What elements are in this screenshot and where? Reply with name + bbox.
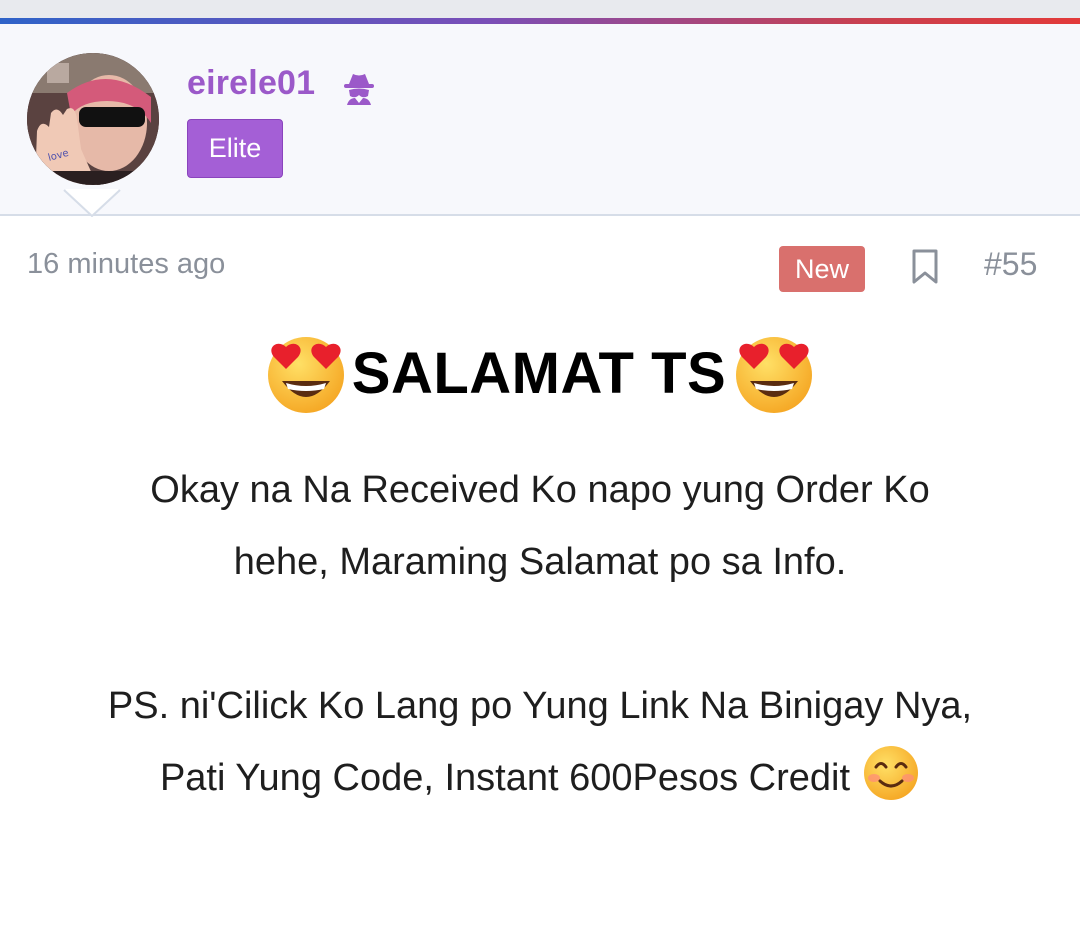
post-timestamp[interactable]: 16 minutes ago [27,248,225,281]
username[interactable]: eirele01 [187,64,315,103]
top-bar [0,0,1080,18]
bookmark-icon[interactable] [910,249,940,285]
spy-icon [344,74,374,105]
heart-eyes-emoji-icon [736,337,813,413]
post-body-line-last: Pati Yung Code, Instant 600Pesos Credit [20,742,1060,814]
elite-badge: Elite [187,119,283,178]
post-number[interactable]: #55 [984,246,1037,283]
post-body-line: hehe, Maraming Salamat po sa Info. [233,541,847,583]
post-title: SALAMAT TS [0,330,1080,416]
post-body-line: Okay na Na Received Ko napo yung Order K… [150,469,930,511]
post-author-header: love eirele01 Elite [0,24,1080,216]
heart-eyes-emoji-icon [267,337,344,413]
header-pointer [62,189,122,217]
new-badge: New [779,246,865,292]
smiling-face-emoji-icon [864,746,919,800]
post-body-text: Pati Yung Code, Instant 600Pesos Credit [159,757,851,799]
post-title-text: SALAMAT TS [351,340,727,406]
avatar[interactable]: love [27,53,159,185]
post-body-line: PS. ni'Cilick Ko Lang po Yung Link Na Bi… [107,685,973,727]
